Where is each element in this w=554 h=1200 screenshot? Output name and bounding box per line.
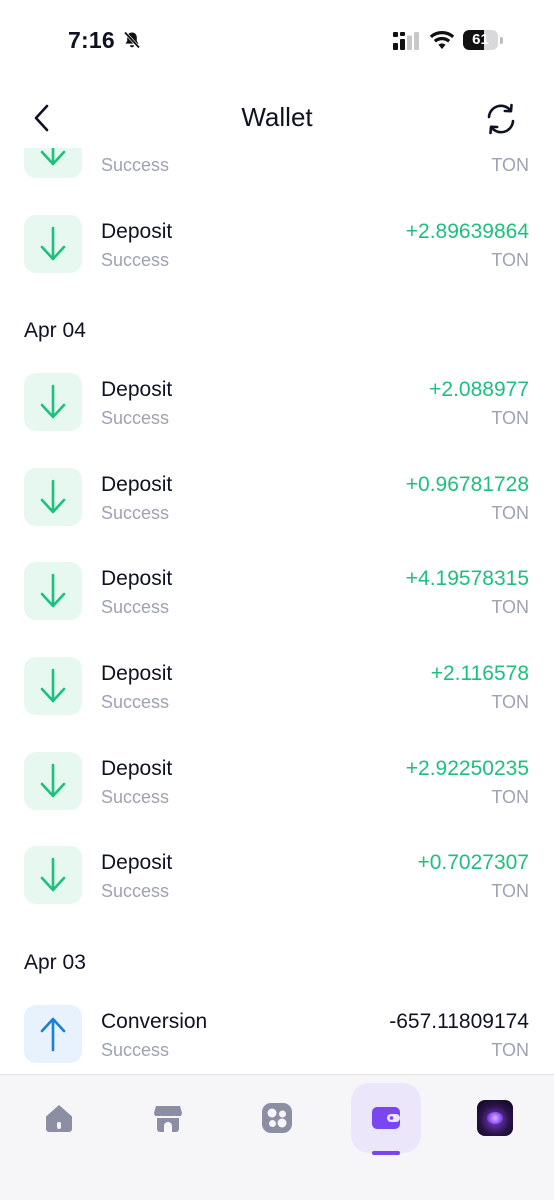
transaction-currency: TON <box>491 502 529 523</box>
transaction-status: Success <box>101 408 170 429</box>
transaction-status: Success <box>101 691 170 712</box>
transaction-currency: TON <box>491 1039 529 1060</box>
apps-icon <box>262 1103 292 1133</box>
transaction-amount: +2.92250235 <box>405 756 529 780</box>
transaction-currency: TON <box>491 691 529 712</box>
store-icon <box>154 1106 182 1132</box>
avatar <box>477 1100 513 1136</box>
page-title: Wallet <box>241 102 313 132</box>
refresh-button[interactable] <box>480 98 522 140</box>
transaction-amount: +0.7027307 <box>417 851 529 875</box>
transaction-title: Deposit <box>101 661 173 685</box>
transaction-title: Deposit <box>101 378 173 402</box>
bottom-nav <box>0 1074 554 1200</box>
header: Wallet <box>0 88 554 148</box>
wallet-icon <box>372 1107 400 1129</box>
deposit-icon-tile <box>24 467 82 526</box>
transaction-title: Deposit <box>101 567 173 591</box>
transaction-row-partial[interactable]: Success TON <box>0 148 554 197</box>
transaction-amount: +2.116578 <box>430 661 529 685</box>
arrow-down-icon <box>40 668 66 703</box>
transaction-amount: +4.19578315 <box>405 567 529 591</box>
transaction-status: Success <box>101 249 170 270</box>
transaction-title: Deposit <box>101 756 173 780</box>
transaction-status: Success <box>101 155 170 175</box>
transaction-row-deposit[interactable]: Deposit Success +2.088977 TON <box>0 355 554 450</box>
transaction-currency: TON <box>491 786 529 807</box>
transaction-title: Deposit <box>101 851 173 875</box>
transaction-list[interactable]: Success TON Deposit Success +2.89639864 TON… <box>0 148 554 1074</box>
status-bar: 7:16 61 <box>0 0 554 80</box>
transaction-title: Conversion <box>101 1009 208 1033</box>
deposit-icon-tile <box>24 562 82 621</box>
transaction-status: Success <box>101 786 170 807</box>
bell-off-icon <box>123 31 141 49</box>
transaction-currency: TON <box>491 155 529 175</box>
nav-store[interactable] <box>133 1083 203 1153</box>
transaction-title: Deposit <box>101 219 173 243</box>
transaction-row-deposit[interactable]: Deposit Success +2.116578 TON <box>0 639 554 734</box>
deposit-icon-tile <box>24 148 82 178</box>
wifi-icon <box>429 30 455 49</box>
home-icon <box>46 1105 72 1132</box>
refresh-icon <box>487 103 515 135</box>
deposit-icon-tile <box>24 846 82 905</box>
nav-home[interactable] <box>24 1083 94 1153</box>
avatar-glow <box>487 1112 503 1124</box>
date-header: Apr 03 <box>24 950 86 974</box>
transaction-currency: TON <box>491 408 529 429</box>
transaction-status: Success <box>101 597 170 618</box>
battery-percent: 61 <box>472 31 489 48</box>
transaction-currency: TON <box>491 881 529 902</box>
transaction-list-content: Success TON Deposit Success +2.89639864 TON… <box>0 148 554 1074</box>
transaction-amount: +2.088977 <box>429 378 529 402</box>
nav-profile[interactable] <box>460 1083 530 1153</box>
transaction-row-deposit[interactable]: Deposit Success +0.7027307 TON <box>0 828 554 923</box>
deposit-icon-tile <box>24 373 82 432</box>
battery-indicator: 61 <box>463 30 503 50</box>
arrow-down-icon <box>40 384 66 419</box>
transaction-groups: Deposit Success +2.89639864 TON Apr 04 Deposi… <box>0 197 554 1074</box>
transaction-amount: +2.89639864 <box>405 219 529 243</box>
nav-apps[interactable] <box>242 1083 312 1153</box>
date-header: Apr 04 <box>24 319 86 343</box>
nav-wallet[interactable] <box>351 1083 421 1155</box>
transaction-row-conversion[interactable]: Conversion Success -657.11809174 TON <box>0 987 554 1074</box>
arrow-down-icon <box>40 763 66 797</box>
transaction-status: Success <box>101 1039 170 1060</box>
nav-active-indicator <box>372 1151 400 1155</box>
transaction-row-deposit[interactable]: Deposit Success +2.89639864 TON <box>0 197 554 292</box>
conversion-icon-tile <box>24 1004 82 1063</box>
transaction-status: Success <box>101 502 170 523</box>
transaction-row-deposit[interactable]: Deposit Success +4.19578315 TON <box>0 544 554 639</box>
transaction-row-deposit[interactable]: Deposit Success +0.96781728 TON <box>0 450 554 545</box>
transaction-title: Deposit <box>101 472 173 496</box>
status-time: 7:16 <box>68 27 115 53</box>
arrow-down-icon <box>40 148 66 166</box>
transaction-currency: TON <box>491 249 529 270</box>
transaction-currency: TON <box>491 597 529 618</box>
transaction-row-deposit[interactable]: Deposit Success +2.92250235 TON <box>0 734 554 829</box>
deposit-icon-tile <box>24 214 82 273</box>
arrow-down-icon <box>40 857 66 892</box>
transaction-status: Success <box>101 881 170 902</box>
transaction-amount: +0.96781728 <box>405 472 529 496</box>
arrow-down-icon <box>40 479 66 514</box>
battery-body: 61 <box>463 30 498 50</box>
arrow-down-icon <box>40 226 66 260</box>
battery-cap <box>500 37 503 44</box>
arrow-down-icon <box>40 574 66 608</box>
signal-icon <box>393 32 419 50</box>
deposit-icon-tile <box>24 751 82 810</box>
deposit-icon-tile <box>24 656 82 715</box>
arrow-up-icon <box>40 1017 66 1052</box>
transaction-amount: -657.11809174 <box>389 1009 529 1033</box>
